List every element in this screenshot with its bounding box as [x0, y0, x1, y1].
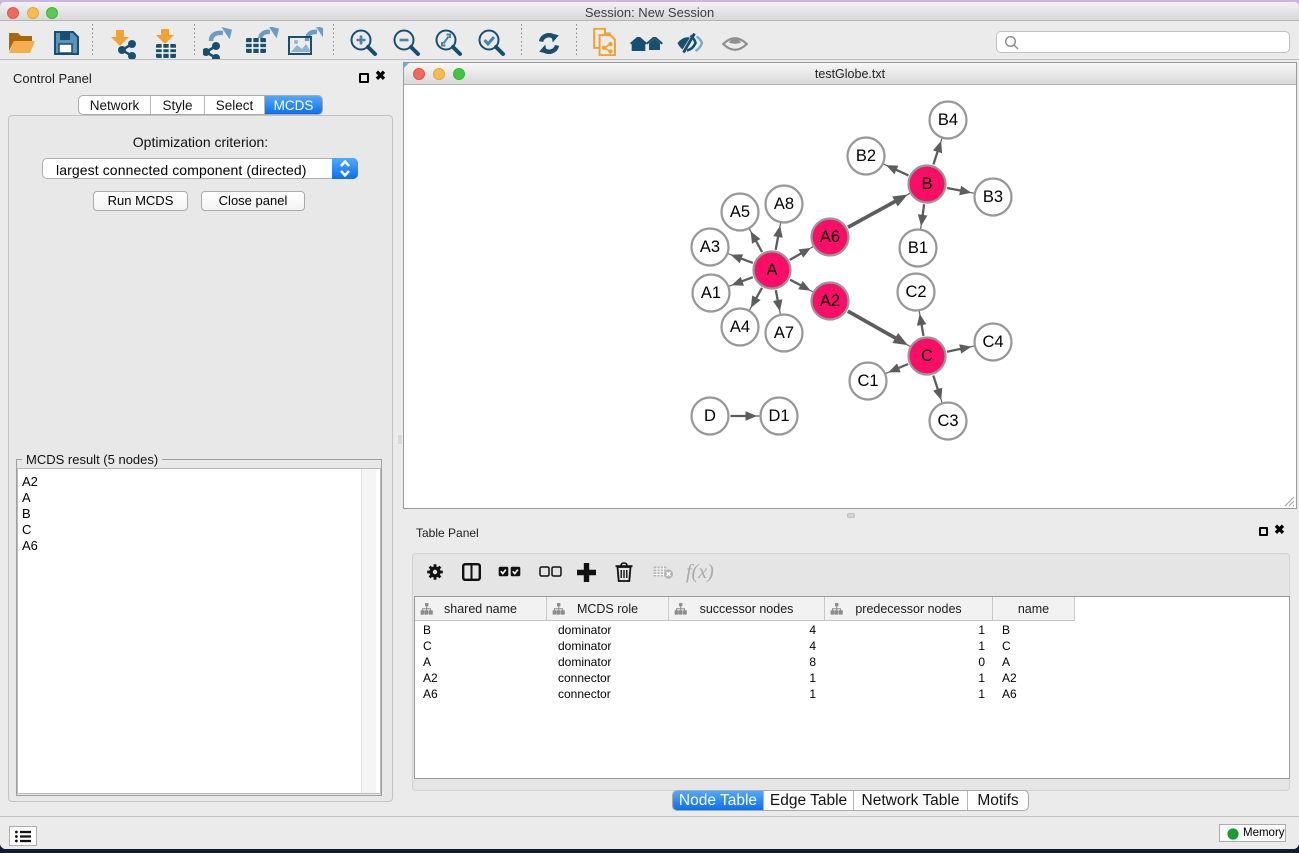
svg-text:A2: A2	[820, 292, 840, 310]
svg-text:A3: A3	[700, 238, 720, 256]
svg-text:D1: D1	[768, 407, 789, 425]
svg-text:C3: C3	[937, 412, 958, 430]
svg-text:C4: C4	[982, 333, 1003, 351]
svg-text:A1: A1	[701, 284, 721, 302]
svg-text:C1: C1	[857, 372, 878, 390]
svg-text:A4: A4	[730, 318, 750, 336]
svg-text:B4: B4	[938, 111, 958, 129]
svg-text:A6: A6	[820, 228, 840, 246]
svg-text:D: D	[704, 407, 716, 425]
svg-text:B3: B3	[983, 188, 1003, 206]
svg-text:B1: B1	[908, 239, 928, 257]
svg-text:A8: A8	[774, 195, 794, 213]
svg-text:B2: B2	[856, 147, 876, 165]
svg-text:A: A	[766, 261, 777, 279]
svg-text:C: C	[921, 347, 933, 365]
svg-text:A5: A5	[730, 203, 750, 221]
svg-text:A7: A7	[774, 324, 794, 342]
svg-text:B: B	[921, 175, 932, 193]
svg-text:C2: C2	[905, 283, 926, 301]
